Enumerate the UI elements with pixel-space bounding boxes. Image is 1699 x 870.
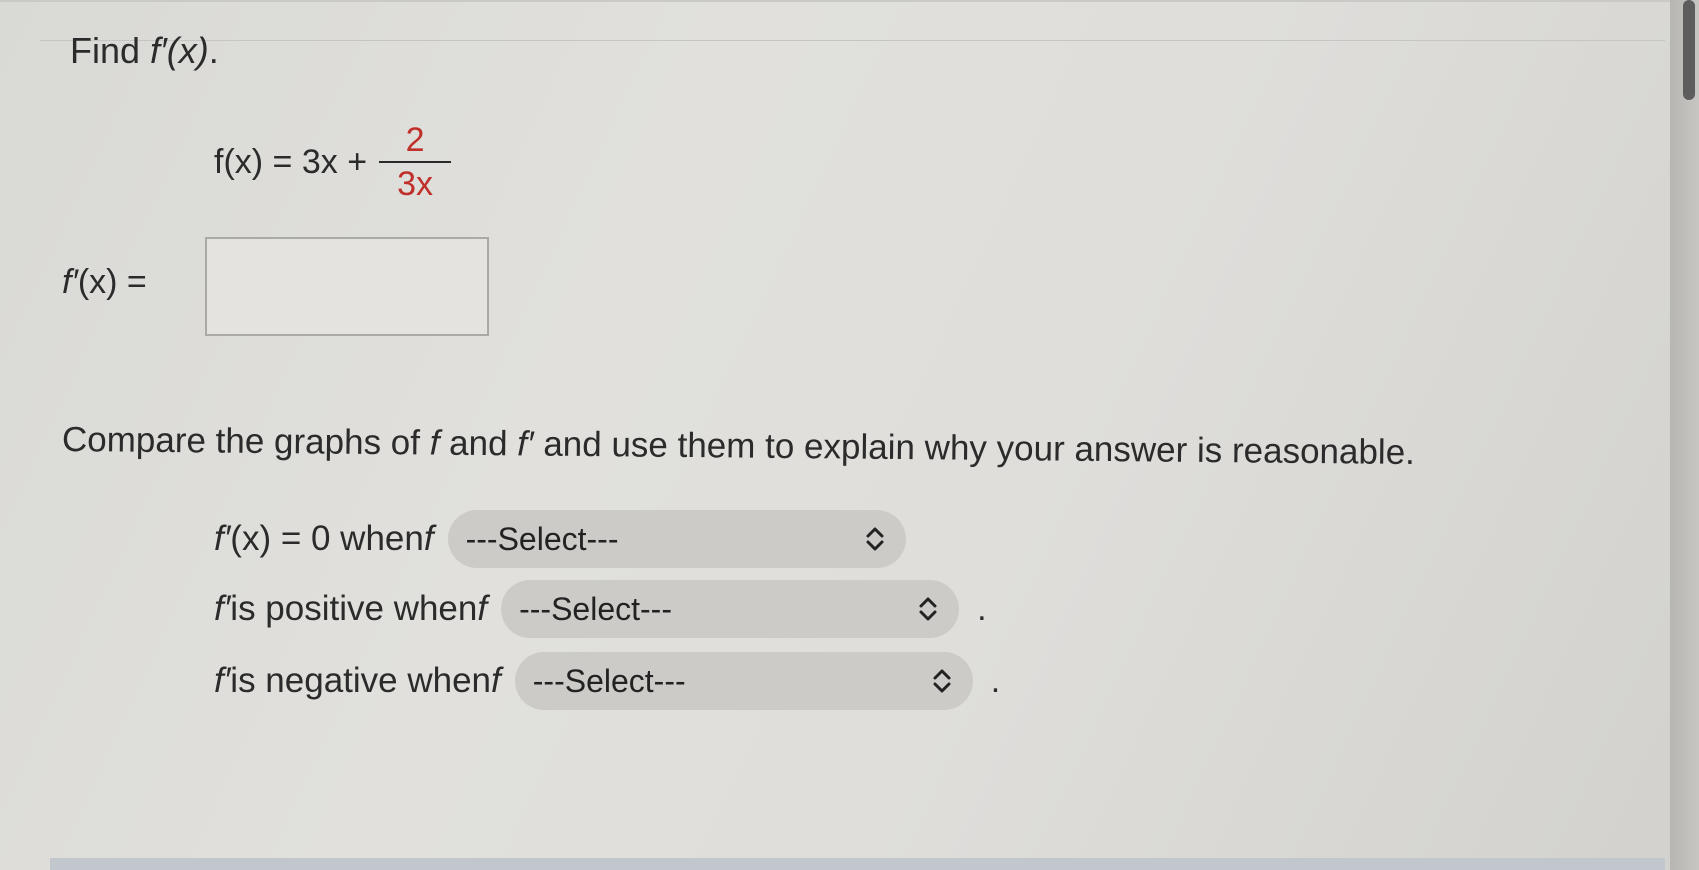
- derivative-answer-input[interactable]: [205, 237, 489, 336]
- statement-f: f: [477, 589, 488, 628]
- statement-fn: f′: [214, 589, 231, 628]
- top-border: [0, 0, 1670, 2]
- page-edge: [1670, 0, 1699, 870]
- question-find-derivative: Find f′(x).: [70, 30, 219, 72]
- fraction: 2 3x: [379, 121, 452, 203]
- function-definition: f(x) = 3x + 2 3x: [214, 112, 452, 212]
- question1-suffix: .: [208, 30, 219, 71]
- question2-text-c: and use them to explain why your answer …: [533, 424, 1416, 472]
- answer-label-fn: f′: [62, 263, 78, 301]
- negative-select[interactable]: ---Select---: [514, 652, 973, 710]
- statement-text: (x) = 0 when: [230, 519, 424, 558]
- select-value: ---Select---: [465, 520, 619, 557]
- answer-label-rest: (x) =: [77, 263, 147, 301]
- fraction-bar: [379, 161, 452, 163]
- select-value: ---Select---: [532, 662, 686, 699]
- fraction-denominator: 3x: [397, 165, 434, 203]
- statement-end: .: [977, 589, 987, 628]
- scrollbar-thumb[interactable]: [1683, 0, 1695, 100]
- statement-fn: f′: [214, 519, 231, 558]
- positive-select[interactable]: ---Select---: [501, 580, 960, 638]
- question-compare-graphs: Compare the graphs of f and f′ and use t…: [62, 420, 1415, 473]
- statement-fn: f′: [214, 661, 231, 700]
- statement-f: f: [423, 519, 434, 558]
- statement-text: is negative when: [230, 661, 492, 700]
- question2-text-a: Compare the graphs of: [61, 420, 430, 463]
- divider: [40, 40, 1665, 41]
- statement-negative: f′ is negative when f ---Select--- .: [214, 652, 1000, 710]
- question1-fprime: f′(x): [150, 30, 209, 71]
- statement-positive: f′ is positive when f ---Select--- .: [214, 580, 987, 638]
- select-value: ---Select---: [519, 590, 672, 627]
- zero-select[interactable]: ---Select---: [447, 510, 906, 568]
- statement-f: f: [491, 661, 501, 700]
- fraction-numerator: 2: [405, 121, 425, 159]
- answer-label: f′(x) =: [62, 263, 147, 302]
- statement-text: is positive when: [230, 589, 478, 628]
- up-down-chevron-icon: [866, 527, 884, 551]
- question2-text-b: and: [439, 423, 518, 464]
- statement-end: .: [990, 661, 1001, 700]
- statement-zero: f′ (x) = 0 when f ---Select---: [214, 510, 924, 568]
- question2-fprime: f′: [517, 424, 534, 464]
- problem-panel: Find f′(x). f(x) = 3x + 2 3x f′(x) = Com…: [0, 0, 1670, 870]
- up-down-chevron-icon: [919, 597, 937, 621]
- question1-prefix: Find: [70, 30, 151, 71]
- function-lhs: f(x) = 3x +: [214, 142, 368, 181]
- up-down-chevron-icon: [933, 669, 951, 693]
- bottom-band: [50, 858, 1665, 870]
